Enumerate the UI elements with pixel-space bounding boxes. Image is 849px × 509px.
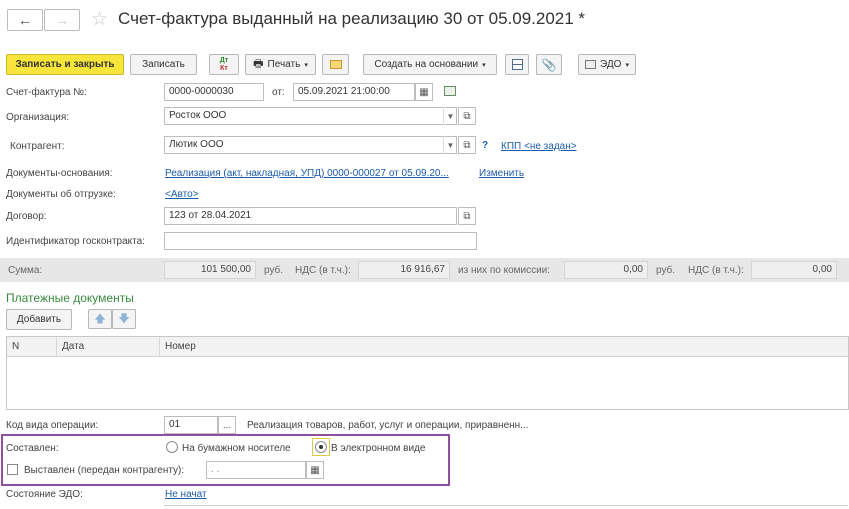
kpp-link[interactable]: КПП <не задан> [501,141,577,152]
chevron-down-icon: ▼ [446,140,455,150]
column-header-number[interactable]: Номер [160,337,849,357]
edo-state-label: Состояние ЭДО: [6,489,83,500]
base-documents-label: Документы-основания: [6,168,113,179]
organization-open-button[interactable]: ⧉ [458,107,476,125]
move-down-button[interactable]: 🡇 [112,309,136,329]
column-header-n[interactable]: N [7,337,57,357]
structure-button[interactable] [505,54,529,75]
dt-kt-icon: Дт [219,56,229,64]
paperclip-icon: 📎 [541,57,557,72]
shipment-documents-link[interactable]: <Авто> [165,189,198,200]
column-header-date[interactable]: Дата [57,337,160,357]
arrow-up-icon: 🡅 [94,312,106,325]
contractor-dropdown[interactable]: ▼ [443,136,457,154]
organization-dropdown[interactable]: ▼ [443,107,457,125]
date-field[interactable]: 05.09.2021 21:00:00 [293,83,415,101]
issued-date-field[interactable]: . . [206,461,306,479]
change-link[interactable]: Изменить [479,168,524,179]
operation-code-field[interactable]: 01 [164,416,218,434]
gov-contract-id-field[interactable] [164,232,477,250]
issued-checkbox[interactable] [7,464,18,475]
printer-icon: 🖶 [253,58,264,70]
attach-button[interactable]: 📎 [536,54,562,75]
edo-icon [585,60,597,69]
forward-button[interactable]: → [44,9,80,31]
document-status-icon[interactable] [444,86,456,96]
chevron-down-icon: ▾ [304,61,308,69]
envelope-icon [329,60,342,69]
commission-field: 0,00 [564,261,648,279]
create-based-button[interactable]: Создать на основании ▾ [363,54,497,75]
calendar-icon: ▦ [419,86,429,98]
dt-kt-button[interactable]: Дт Кт [209,54,239,75]
chevron-down-icon: ▼ [446,111,455,121]
structure-icon [511,59,523,70]
open-icon: ⧉ [463,139,471,151]
chevron-down-icon: ▾ [625,61,629,69]
contract-label: Договор: [6,211,47,222]
print-button[interactable]: 🖶 Печать ▾ [245,54,316,75]
issued-label[interactable]: Выставлен (передан контрагенту): [24,465,184,476]
star-icon[interactable]: ☆ [91,8,108,31]
vat-commission-field: 0,00 [751,261,837,279]
contractor-open-button[interactable]: ⧉ [458,136,476,154]
chevron-down-icon: ▾ [482,61,486,69]
composed-label: Составлен: [6,443,59,454]
organization-field[interactable]: Росток ООО [164,107,457,125]
save-button[interactable]: Записать [130,54,197,75]
table-header: N Дата Номер [7,337,848,357]
vat-commission-label: НДС (в т.ч.): [688,265,744,276]
calendar-icon: ▦ [310,464,320,476]
paper-radio[interactable] [166,441,178,453]
shipment-documents-label: Документы об отгрузке: [6,189,116,200]
bottom-field-edge [164,505,848,509]
sum-label: Сумма: [8,265,43,276]
email-button[interactable] [322,54,349,75]
page-title: Счет-фактура выданный на реализацию 30 о… [118,9,586,28]
gov-contract-id-label: Идентификатор госконтракта: [6,236,145,247]
contract-open-button[interactable]: ⧉ [458,207,476,225]
paper-radio-label[interactable]: На бумажном носителе [182,443,291,454]
commission-label: из них по комиссии: [458,265,551,276]
vat-field: 16 916,67 [358,261,450,279]
move-up-button[interactable]: 🡅 [88,309,112,329]
payments-section-title: Платежные документы [6,291,134,305]
help-question-icon[interactable]: ? [482,140,488,151]
contract-field[interactable]: 123 от 28.04.2021 [164,207,457,225]
arrow-left-icon: ← [18,12,32,28]
edo-state-link[interactable]: Не начат [165,489,207,500]
rub-label-2: руб. [656,265,676,276]
base-documents-link[interactable]: Реализация (акт, накладная, УПД) 0000-00… [165,168,449,179]
edo-button[interactable]: ЭДО ▾ [578,54,636,75]
rub-label: руб. [264,265,284,276]
back-button[interactable]: ← [7,9,43,31]
open-icon: ⧉ [463,210,471,222]
issued-calendar-button[interactable]: ▦ [306,461,324,479]
electronic-radio-label[interactable]: В электронном виде [331,443,425,454]
add-payment-button[interactable]: Добавить [6,309,72,330]
invoice-number-label: Счет-фактура №: [6,87,87,98]
save-and-close-button[interactable]: Записать и закрыть [6,54,124,75]
operation-code-label: Код вида операции: [6,420,99,431]
payments-table[interactable]: N Дата Номер [6,336,849,410]
organization-label: Организация: [6,112,70,123]
arrow-right-icon: → [55,12,69,28]
date-from-label: от: [272,87,285,98]
open-icon: ⧉ [463,110,471,122]
arrow-down-icon: 🡇 [118,312,130,325]
sum-field: 101 500,00 [164,261,256,279]
electronic-radio[interactable] [315,441,327,453]
operation-code-select-button[interactable]: ... [218,416,236,434]
contractor-field[interactable]: Лютик ООО [164,136,457,154]
calendar-button[interactable]: ▦ [415,83,433,101]
operation-description: Реализация товаров, работ, услуг и опера… [247,420,529,431]
invoice-number-field[interactable]: 0000-0000030 [164,83,264,101]
contractor-label: Контрагент: [10,141,65,152]
vat-label: НДС (в т.ч.): [295,265,351,276]
